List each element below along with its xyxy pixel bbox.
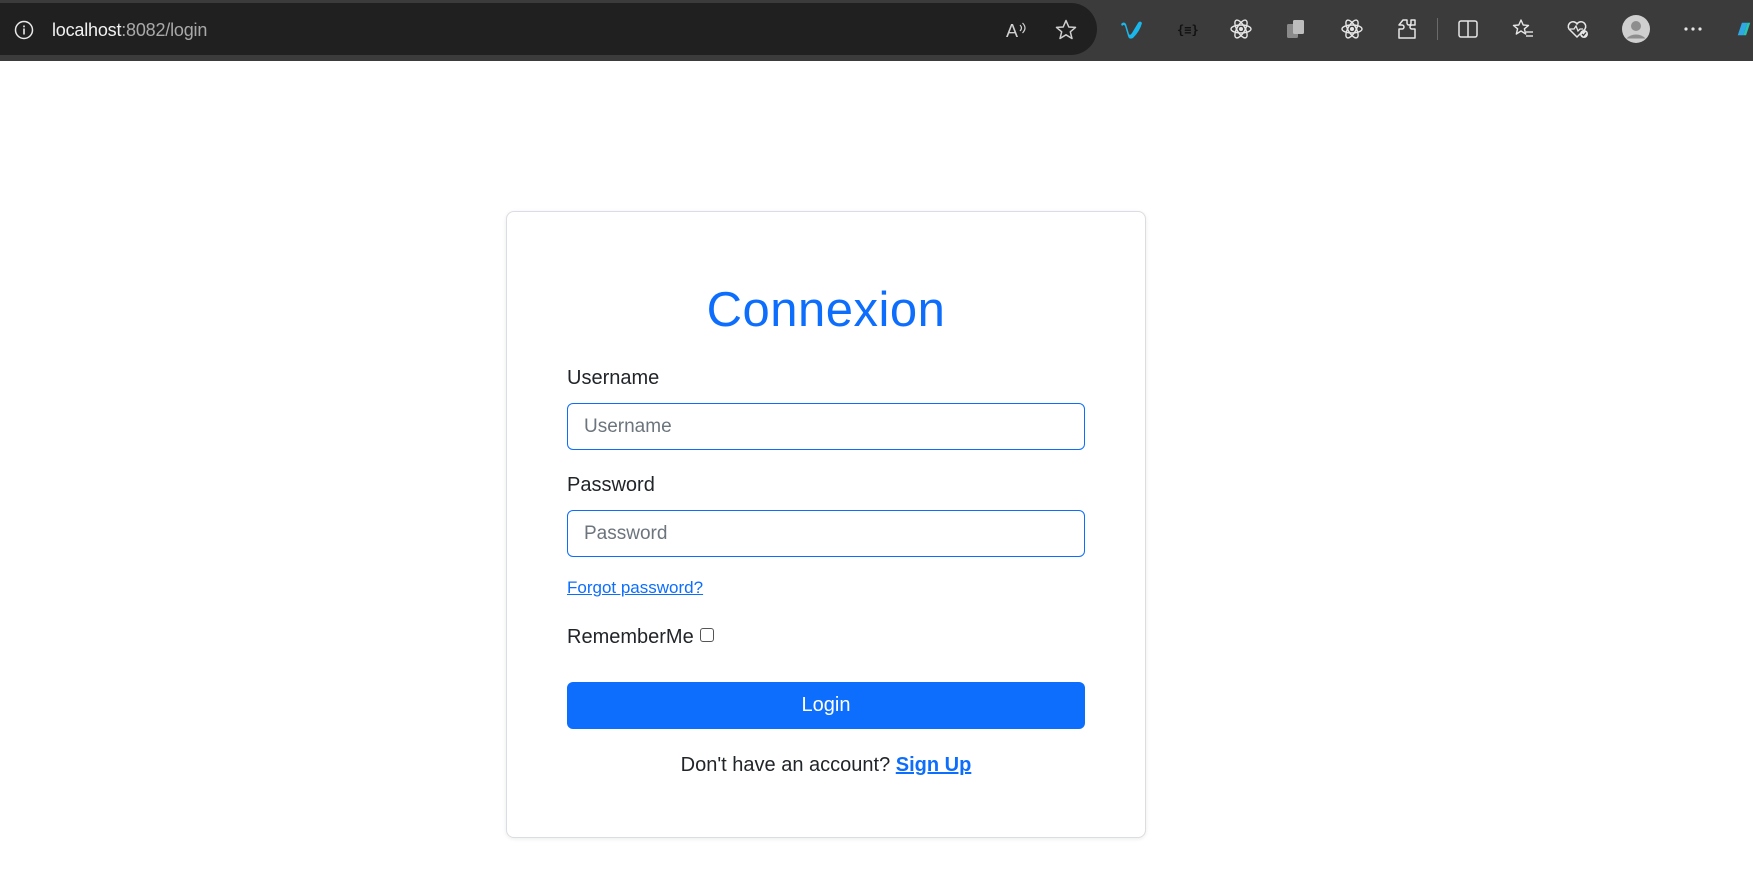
remember-me-label: RememberMe xyxy=(567,626,694,648)
vimeo-icon[interactable] xyxy=(1119,16,1145,42)
svg-text:A: A xyxy=(1006,21,1018,41)
page-title: Connexion xyxy=(706,283,946,337)
forgot-password-link[interactable]: Forgot password? xyxy=(567,578,703,598)
copy-tabs-icon[interactable] xyxy=(1283,16,1309,42)
username-input[interactable] xyxy=(567,403,1085,450)
read-aloud-icon[interactable]: A xyxy=(1004,18,1028,42)
json-viewer-icon[interactable]: {≡} xyxy=(1174,16,1200,42)
url-host: localhost xyxy=(52,20,122,40)
react-devtools-icon[interactable] xyxy=(1228,16,1254,42)
more-menu-icon[interactable] xyxy=(1680,16,1706,42)
remember-me-checkbox[interactable] xyxy=(699,627,714,642)
split-screen-icon[interactable] xyxy=(1455,16,1481,42)
browser-essentials-icon[interactable] xyxy=(1565,16,1591,42)
username-label: Username xyxy=(567,367,660,389)
url-text[interactable]: localhost:8082/login xyxy=(52,20,207,41)
signup-prompt: Don't have an account? Sign Up xyxy=(507,754,1145,777)
signup-prompt-text: Don't have an account? xyxy=(680,754,891,776)
browser-toolbar: localhost:8082/login A {≡} xyxy=(0,0,1753,61)
profile-avatar-icon[interactable] xyxy=(1621,14,1651,44)
favorite-star-icon[interactable] xyxy=(1054,18,1078,42)
favorites-icon[interactable] xyxy=(1510,16,1536,42)
password-label: Password xyxy=(567,474,655,496)
signup-link[interactable]: Sign Up xyxy=(896,754,972,776)
react-icon[interactable] xyxy=(1339,16,1365,42)
info-icon[interactable] xyxy=(14,20,34,40)
remember-me: RememberMe xyxy=(567,626,714,649)
toolbar-divider xyxy=(1437,18,1438,40)
login-card: Connexion Username Password Forgot passw… xyxy=(506,211,1146,838)
login-button[interactable]: Login xyxy=(567,682,1085,729)
address-bar[interactable]: localhost:8082/login A xyxy=(0,3,1097,55)
copilot-icon[interactable] xyxy=(1735,16,1753,42)
extensions-icon[interactable] xyxy=(1394,16,1420,42)
password-input[interactable] xyxy=(567,510,1085,557)
svg-text:{≡}: {≡} xyxy=(1177,23,1198,37)
url-path: :8082/login xyxy=(121,20,208,40)
